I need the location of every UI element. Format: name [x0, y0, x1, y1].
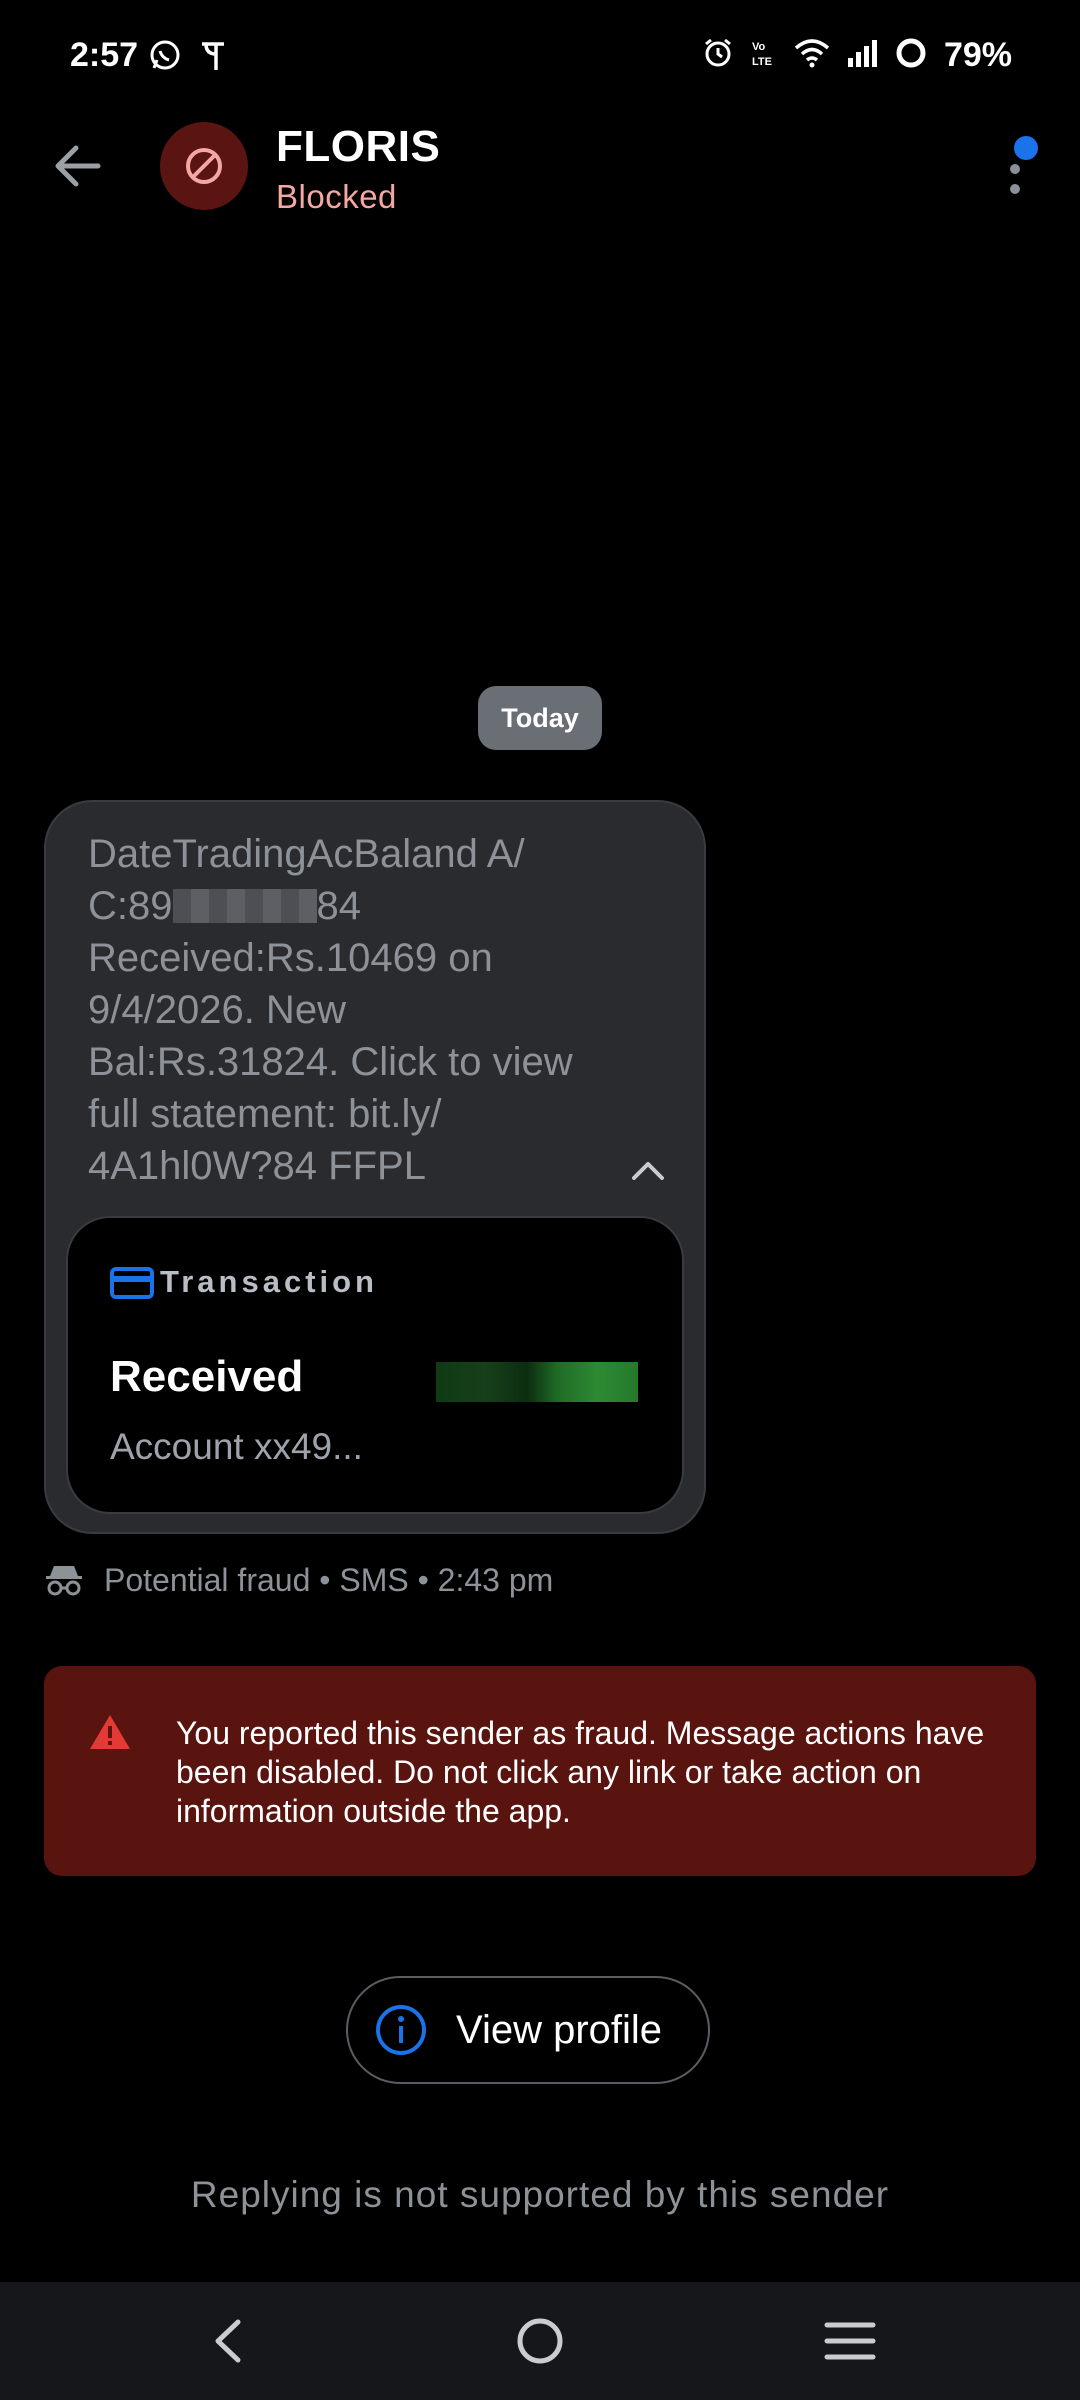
- notification-dot: [1014, 136, 1038, 160]
- incognito-icon: [44, 1562, 84, 1603]
- contact-avatar[interactable]: [160, 122, 248, 210]
- status-right: Vo LTE 79%: [702, 36, 1012, 75]
- info-icon: [376, 2005, 426, 2055]
- collapse-button[interactable]: [626, 1154, 670, 1188]
- nav-home-icon: [517, 2318, 563, 2364]
- more-options-button[interactable]: [988, 130, 1044, 210]
- nav-back-icon: [215, 2319, 241, 2363]
- message-line: DateTradingAcBaland A/: [88, 832, 525, 876]
- nav-menu-button[interactable]: [780, 2282, 920, 2400]
- account-prefix: C:89: [88, 884, 173, 928]
- message-line: 9/4/2026. New: [88, 988, 346, 1032]
- transaction-account: Account xx49...: [110, 1426, 363, 1467]
- warning-icon: [88, 1712, 132, 1757]
- credit-card-icon: [110, 1266, 154, 1305]
- view-profile-button[interactable]: View profile: [346, 1976, 710, 2084]
- message-body: DateTradingAcBaland A/ C:89 84 Received:R…: [88, 828, 648, 1192]
- message-line: C:89 84: [88, 880, 648, 932]
- nav-home-button[interactable]: [470, 2282, 610, 2400]
- chevron-up-icon: [632, 1162, 664, 1180]
- transaction-title: Received: [110, 1352, 304, 1401]
- whatsapp-icon: [148, 38, 182, 77]
- signal-icon: [846, 38, 878, 73]
- reply-not-supported-note: Replying is not supported by this sender: [190, 2174, 890, 2215]
- wifi-icon: [794, 38, 830, 73]
- transaction-label: Transaction: [160, 1264, 378, 1299]
- message-line: full statement: bit.ly/: [88, 1092, 442, 1136]
- contact-name[interactable]: FLORIS: [276, 122, 440, 172]
- more-vert-icon: [1010, 184, 1020, 194]
- fraud-warning-text: You reported this sender as fraud. Messa…: [176, 1715, 985, 1829]
- volte-icon: Vo LTE: [750, 37, 778, 74]
- system-navigation-bar: [0, 2282, 1080, 2400]
- back-button[interactable]: [50, 138, 106, 194]
- nav-menu-icon: [824, 2322, 876, 2360]
- contact-status: Blocked: [276, 178, 397, 215]
- redacted-amount: [436, 1362, 638, 1402]
- account-suffix: 84: [316, 884, 362, 928]
- battery-level: 79%: [943, 36, 1012, 74]
- alarm-icon: [702, 37, 734, 74]
- message-line: Received:Rs.10469 on: [88, 936, 493, 980]
- more-vert-icon: [1010, 164, 1020, 174]
- status-left-icons: [148, 38, 226, 77]
- date-chip: Today: [478, 686, 602, 750]
- battery-ring-icon: [894, 36, 928, 75]
- phonepe-icon: [200, 38, 226, 77]
- message-line: Bal:Rs.31824. Click to view: [88, 1040, 573, 1084]
- status-time: 2:57: [70, 36, 139, 74]
- blocked-icon: [186, 148, 222, 184]
- redacted-block: [172, 889, 317, 923]
- arrow-back-icon: [55, 145, 101, 187]
- message-meta: Potential fraud • SMS • 2:43 pm: [104, 1562, 554, 1598]
- svg-text:LTE: LTE: [752, 56, 772, 68]
- view-profile-label: View profile: [456, 2007, 663, 2052]
- message-line: 4A1hl0W?84 FFPL: [88, 1144, 426, 1188]
- svg-text:Vo: Vo: [752, 41, 766, 53]
- nav-back-button[interactable]: [158, 2282, 298, 2400]
